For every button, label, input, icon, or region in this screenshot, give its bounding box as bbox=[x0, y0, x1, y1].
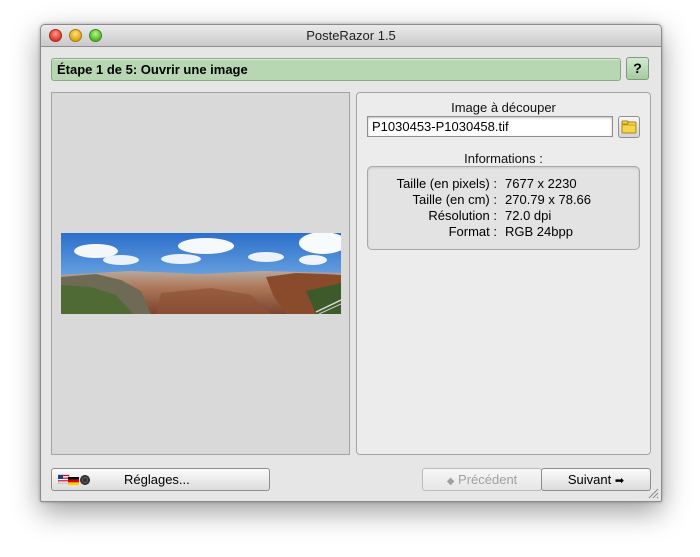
info-key: Taille (en cm) : bbox=[412, 192, 497, 207]
image-info-box: Taille (en pixels) : 7677 x 2230 Taille … bbox=[367, 166, 640, 250]
settings-button[interactable]: Réglages... bbox=[51, 468, 270, 491]
arrow-right-icon: ➡ bbox=[614, 475, 625, 487]
image-file-field[interactable]: P1030453-P1030458.tif bbox=[367, 116, 613, 137]
minimize-window-icon[interactable] bbox=[69, 29, 82, 42]
previous-button-label: Précédent bbox=[458, 472, 518, 487]
next-button[interactable]: Suivant ➡ bbox=[541, 468, 651, 491]
info-value: 72.0 dpi bbox=[505, 208, 552, 223]
informations-label: Informations : bbox=[464, 151, 543, 166]
language-flags-icon bbox=[58, 474, 90, 486]
info-key: Résolution : bbox=[428, 208, 497, 223]
settings-button-label: Réglages... bbox=[124, 472, 190, 487]
source-image-label: Image à découper bbox=[451, 100, 556, 115]
zoom-window-icon[interactable] bbox=[89, 29, 102, 42]
panorama-preview-image bbox=[61, 233, 341, 314]
info-row-resolution: Résolution : 72.0 dpi bbox=[368, 208, 639, 224]
app-window: PosteRazor 1.5 Étape 1 de 5: Ouvrir une … bbox=[40, 24, 662, 502]
resize-grip-icon[interactable] bbox=[647, 487, 659, 499]
image-preview bbox=[61, 233, 341, 314]
help-button[interactable]: ? bbox=[626, 57, 649, 80]
arrow-left-icon: ◆ bbox=[446, 476, 455, 487]
title-bar[interactable]: PosteRazor 1.5 bbox=[41, 25, 661, 47]
close-window-icon[interactable] bbox=[49, 29, 62, 42]
info-value: 7677 x 2230 bbox=[505, 176, 577, 191]
info-row-pixels: Taille (en pixels) : 7677 x 2230 bbox=[368, 176, 639, 192]
step-header: Étape 1 de 5: Ouvrir une image bbox=[51, 58, 621, 81]
folder-icon bbox=[621, 120, 637, 134]
info-value: RGB 24bpp bbox=[505, 224, 573, 239]
window-title: PosteRazor 1.5 bbox=[306, 28, 396, 43]
previous-button[interactable]: ◆ Précédent bbox=[422, 468, 542, 491]
image-preview-panel bbox=[51, 92, 350, 455]
info-key: Taille (en pixels) : bbox=[396, 176, 497, 191]
info-key: Format : bbox=[448, 224, 497, 239]
info-row-cm: Taille (en cm) : 270.79 x 78.66 bbox=[368, 192, 639, 208]
step-title: Étape 1 de 5: Ouvrir une image bbox=[57, 62, 248, 77]
next-button-label: Suivant bbox=[567, 472, 612, 487]
open-image-button[interactable] bbox=[618, 116, 640, 138]
image-info-panel: Image à découper P1030453-P1030458.tif I… bbox=[356, 92, 651, 455]
info-row-format: Format : RGB 24bpp bbox=[368, 224, 639, 240]
info-value: 270.79 x 78.66 bbox=[505, 192, 592, 207]
